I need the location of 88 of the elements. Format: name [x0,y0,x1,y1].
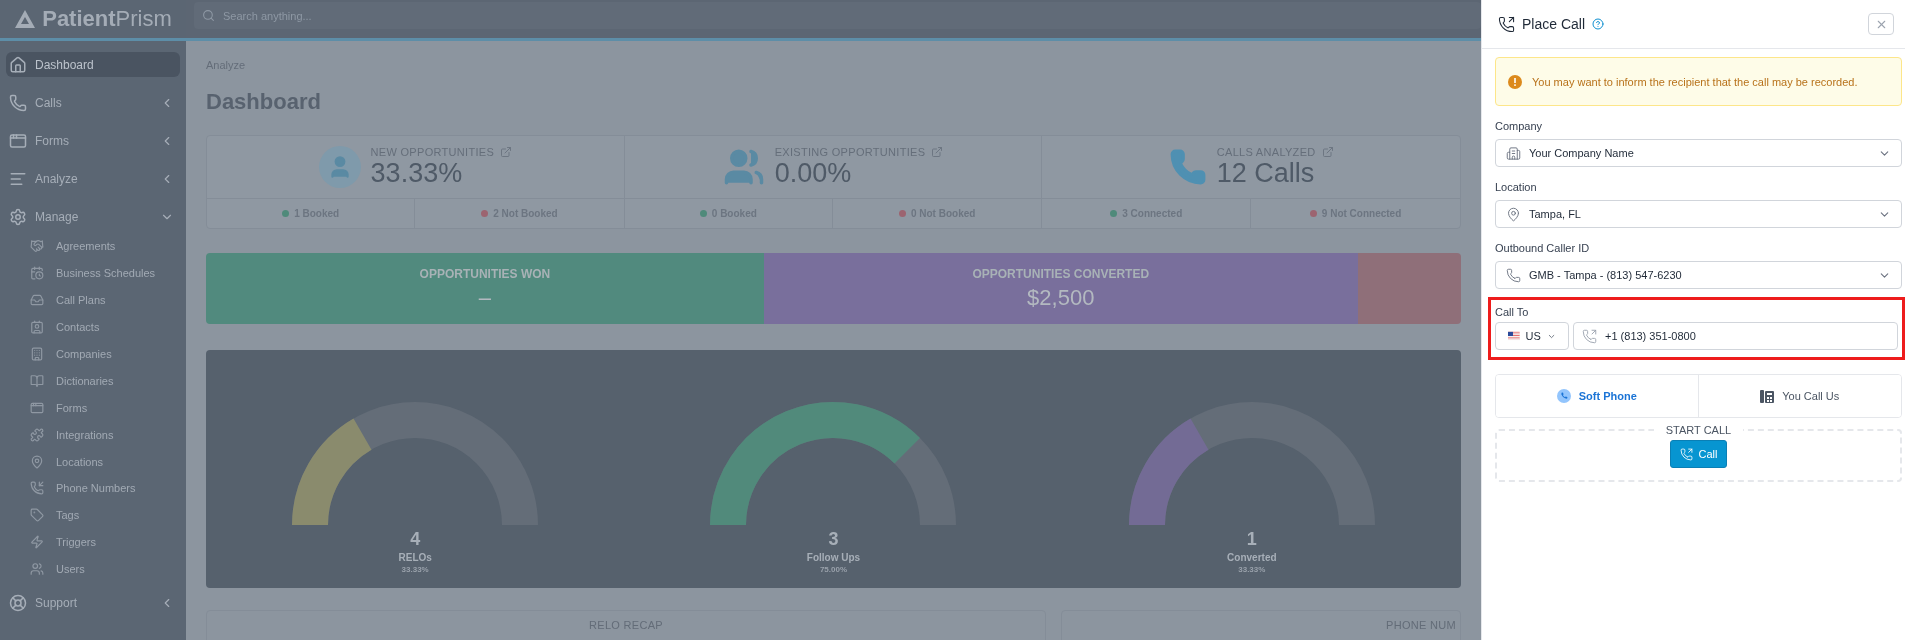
select-field[interactable]: Your Company Name [1495,139,1902,167]
logo-icon [14,9,37,29]
desk-phone-icon [1760,389,1775,403]
user-avatar-icon [318,146,361,188]
window-icon [9,131,27,150]
building-icon [30,347,44,361]
phone-icon [1506,267,1521,283]
phone-outgoing-icon [1498,15,1515,33]
alert-text: You may want to inform the recipient that the call may be recorded. [1532,75,1858,88]
nav-subitem[interactable]: Call Plans [6,286,180,314]
phone-icon [1168,148,1207,186]
nav-subitem[interactable]: Forms [6,394,180,422]
window-icon [30,400,44,415]
map-pin-icon [30,454,44,469]
nav-subitem[interactable]: Users [6,555,180,583]
call-button[interactable]: Call [1669,440,1728,468]
help-icon[interactable] [1592,18,1605,30]
puzzle-icon [30,427,44,442]
tray-icon [30,293,44,308]
field-label: Location [1495,181,1538,193]
field-label: Outbound Caller ID [1495,242,1591,254]
settings-icon [9,207,27,226]
nav-item[interactable]: Support [6,590,180,616]
nav-subitem[interactable]: Triggers [6,528,180,556]
field-label: Call To [1495,306,1530,318]
nav-subitem[interactable]: Phone Numbers [6,475,180,502]
country-select[interactable]: US [1495,322,1569,350]
gauge-label: Follow Ups [806,552,861,563]
search-icon [202,9,215,22]
select-field[interactable]: Tampa, FL [1495,200,1902,228]
nav-subitem[interactable]: Business Schedules [6,259,180,287]
field-label: Company [1495,120,1544,132]
banner-label: OPPORTUNITIES CONVERTED [972,266,1150,281]
book-icon [30,373,44,388]
gauge-percent: 33.33% [1238,565,1266,574]
gauge-percent: 33.33% [401,565,429,574]
banner-value: – [478,284,491,311]
us-flag-icon [1508,331,1520,341]
map-pin-icon [1506,206,1521,222]
select-field[interactable]: GMB - Tampa - (813) 547-6230 [1495,261,1902,289]
logo-text: PatientPrism [42,6,172,32]
external-link-icon[interactable] [500,145,513,158]
stat-value: 33.33% [370,157,464,189]
users-icon [30,562,44,577]
nav-item[interactable]: Dashboard [6,52,180,77]
gauge-value: 1 [1246,529,1257,550]
nav-subitem[interactable]: Agreements [6,233,180,260]
phone-outgoing-icon [1679,447,1693,461]
warning-icon [1508,74,1522,89]
banner-value: $2,500 [1027,284,1095,311]
external-link-icon[interactable] [931,145,944,158]
nav-subitem[interactable]: Tags [6,501,180,529]
drawer-title: Place Call [1522,16,1586,32]
nav-item[interactable]: Analyze [6,166,180,191]
nav-subitem[interactable]: Locations [6,448,180,475]
stat-value: 0.00% [774,157,853,189]
nav-subitem[interactable]: Integrations [6,421,180,449]
gauge-value: 3 [828,529,839,550]
nav-subitem[interactable]: Contacts [6,313,180,341]
phone-circle-icon [1556,389,1571,403]
tag-icon [30,508,44,523]
handshake-icon [30,239,44,254]
nav-item[interactable]: Calls [6,90,180,115]
calendar-icon [30,266,44,281]
phone-input[interactable]: +1 (813) 351-0800 [1605,323,1889,349]
phone-incoming-icon [30,481,44,496]
contact-card-icon [30,320,44,335]
stat-value: 12 Calls [1216,157,1316,189]
external-link-icon[interactable] [1321,145,1334,158]
nav-subitem[interactable]: Companies [6,340,180,368]
gauge-value: 4 [410,529,421,550]
phone-field[interactable]: +1 (813) 351-0800 [1573,322,1898,350]
gauge-label: Converted [1227,552,1277,563]
panel-legend: START CALL [1653,424,1744,436]
banner-label: OPPORTUNITIES WON [419,266,551,281]
tab[interactable]: Soft Phone [1496,375,1699,417]
phone-icon [9,93,27,112]
nav-subitem[interactable]: Dictionaries [6,367,180,395]
phone-outgoing-icon [1582,328,1597,344]
lifebuoy-icon [9,594,27,613]
gauge-label: RELOs [398,552,432,563]
close-button[interactable] [1868,13,1894,35]
lightning-icon [30,535,44,550]
building-icon [1506,145,1521,161]
nav-item[interactable]: Forms [6,128,180,153]
house-icon [9,55,27,74]
gauge-percent: 75.00% [819,565,848,574]
nav-item[interactable]: Manage [6,204,180,229]
